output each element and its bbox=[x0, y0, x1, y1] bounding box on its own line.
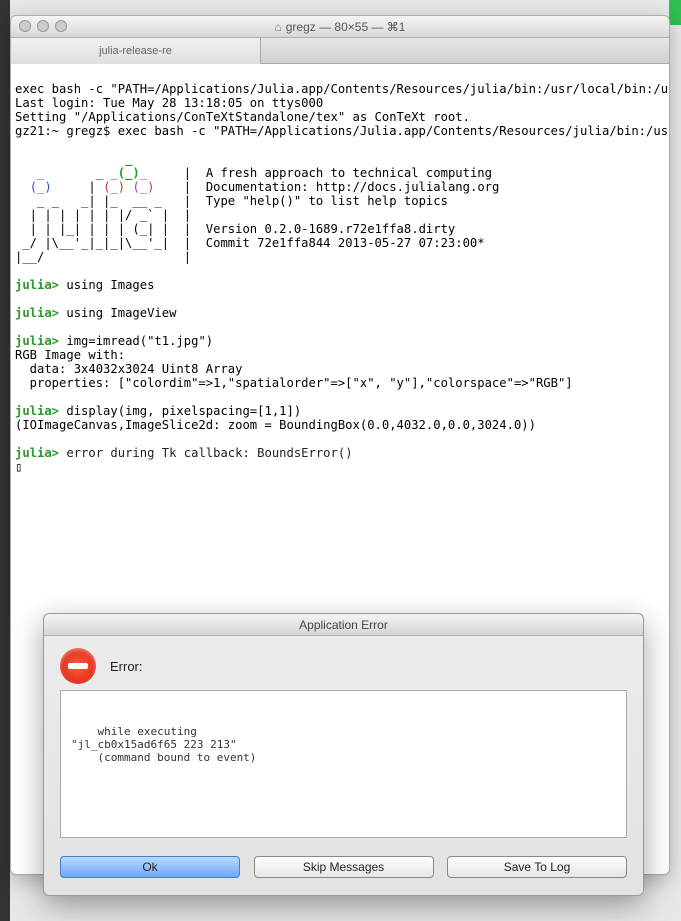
dialog-body: Error: while executing "jl_cb0x15ad6f65 … bbox=[44, 636, 643, 846]
cmd-using-imageview: using ImageView bbox=[59, 306, 176, 320]
minimize-icon[interactable] bbox=[37, 20, 49, 32]
cursor: ▯ bbox=[15, 460, 22, 474]
prompt: julia> bbox=[15, 334, 59, 348]
save-to-log-button[interactable]: Save To Log bbox=[447, 856, 627, 878]
terminal-content[interactable]: exec bash -c "PATH=/Applications/Julia.a… bbox=[11, 64, 669, 478]
output-display: (IOImageCanvas,ImageSlice2d: zoom = Boun… bbox=[15, 418, 536, 432]
prompt: julia> bbox=[15, 404, 59, 418]
dialog-titlebar[interactable]: Application Error bbox=[44, 614, 643, 636]
prompt: julia> bbox=[15, 446, 59, 460]
cmd-using-images: using Images bbox=[59, 278, 154, 292]
window-controls[interactable] bbox=[19, 20, 67, 32]
desktop-edge bbox=[0, 0, 10, 921]
tab-bar[interactable]: julia-release-re bbox=[11, 38, 669, 64]
terminal-history: exec bash -c "PATH=/Applications/Julia.a… bbox=[15, 82, 669, 138]
error-icon bbox=[60, 648, 96, 684]
ok-button[interactable]: Ok bbox=[60, 856, 240, 878]
output-imread: RGB Image with: data: 3x4032x3024 Uint8 … bbox=[15, 348, 573, 390]
background-sliver bbox=[669, 0, 681, 25]
prompt: julia> bbox=[15, 306, 59, 320]
window-title: gregz — 80×55 — ⌘1 bbox=[286, 20, 406, 34]
dialog-title-text: Application Error bbox=[299, 618, 388, 632]
error-label: Error: bbox=[110, 659, 143, 674]
error-textbox[interactable]: while executing "jl_cb0x15ad6f65 223 213… bbox=[60, 690, 627, 838]
julia-logo-ascii: _ _ _ _(_)_ | A fresh approach to techni… bbox=[15, 152, 499, 264]
skip-messages-button[interactable]: Skip Messages bbox=[254, 856, 434, 878]
home-icon: ⌂ bbox=[275, 20, 282, 34]
error-line: error during Tk callback: BoundsError() bbox=[59, 446, 353, 460]
prompt: julia> bbox=[15, 278, 59, 292]
tab-label: julia-release-re bbox=[99, 45, 172, 57]
zoom-icon[interactable] bbox=[55, 20, 67, 32]
close-icon[interactable] bbox=[19, 20, 31, 32]
cmd-display: display(img, pixelspacing=[1,1]) bbox=[59, 404, 301, 418]
error-dialog: Application Error Error: while executing… bbox=[43, 613, 644, 896]
dialog-button-row: Ok Skip Messages Save To Log bbox=[44, 846, 643, 890]
cmd-imread: img=imread("t1.jpg") bbox=[59, 334, 213, 348]
window-titlebar[interactable]: ⌂ gregz — 80×55 — ⌘1 bbox=[11, 16, 669, 38]
tab-julia-release[interactable]: julia-release-re bbox=[11, 38, 261, 64]
